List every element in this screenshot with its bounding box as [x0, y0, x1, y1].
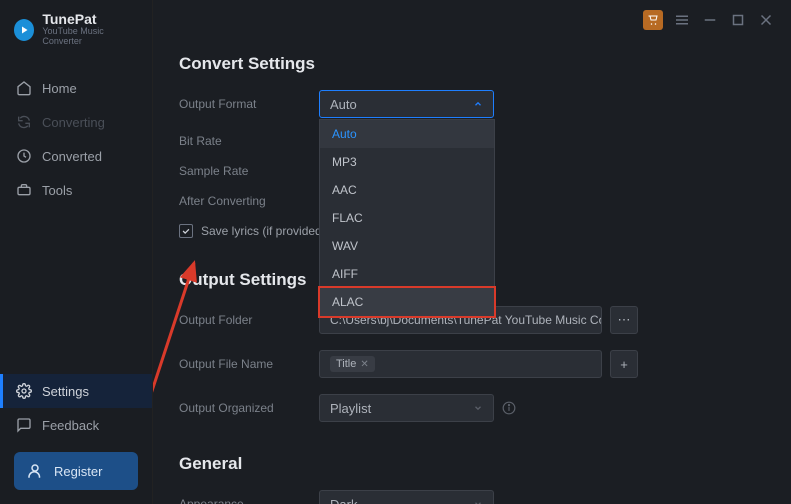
appearance-select[interactable]: Dark: [319, 490, 494, 504]
minimize-icon[interactable]: [701, 11, 719, 29]
sidebar-item-settings[interactable]: Settings: [0, 374, 152, 408]
appearance-value: Dark: [330, 497, 357, 504]
general-heading: General: [179, 454, 765, 474]
dropdown-option-auto[interactable]: Auto: [320, 120, 494, 148]
check-icon: [181, 226, 191, 236]
sidebar-item-home[interactable]: Home: [0, 71, 152, 105]
logo-icon: [14, 19, 34, 41]
remove-chip-icon[interactable]: ✕: [360, 359, 368, 370]
output-format-value: Auto: [330, 97, 357, 112]
user-icon: [26, 462, 44, 480]
dropdown-option-aac[interactable]: AAC: [320, 176, 494, 204]
bit-rate-label: Bit Rate: [179, 134, 319, 148]
app-title: TunePat: [42, 12, 138, 27]
output-organized-value: Playlist: [330, 401, 371, 416]
sidebar-item-converting[interactable]: Converting: [0, 105, 152, 139]
refresh-icon: [16, 114, 32, 130]
app-subtitle: YouTube Music Converter: [42, 27, 138, 47]
dropdown-option-mp3[interactable]: MP3: [320, 148, 494, 176]
maximize-icon[interactable]: [729, 11, 747, 29]
nav-main: Home Converting Converted Tools: [0, 71, 152, 207]
save-lyrics-label: Save lyrics (if provided): [201, 224, 326, 238]
clock-icon: [16, 148, 32, 164]
chat-icon: [16, 417, 32, 433]
after-converting-label: After Converting: [179, 194, 319, 208]
dropdown-option-alac[interactable]: ALAC: [318, 286, 496, 318]
register-button[interactable]: Register: [14, 452, 138, 490]
sidebar-item-label: Converting: [42, 115, 105, 130]
chevron-down-icon: [473, 401, 483, 416]
appearance-label: Appearance: [179, 497, 319, 504]
output-format-dropdown: Auto MP3 AAC FLAC WAV AIFF ALAC: [319, 119, 495, 317]
close-icon[interactable]: [757, 11, 775, 29]
output-filename-label: Output File Name: [179, 357, 319, 371]
sidebar-item-label: Converted: [42, 149, 102, 164]
nav-bottom: Settings Feedback Register: [0, 374, 152, 504]
output-organized-label: Output Organized: [179, 401, 319, 415]
add-filename-token-button[interactable]: +: [610, 350, 638, 378]
output-format-label: Output Format: [179, 97, 319, 111]
output-folder-label: Output Folder: [179, 313, 319, 327]
convert-settings-heading: Convert Settings: [179, 54, 765, 74]
chevron-up-icon: [473, 97, 483, 112]
dropdown-option-wav[interactable]: WAV: [320, 232, 494, 260]
filename-chip-label: Title: [336, 358, 356, 370]
sidebar-item-feedback[interactable]: Feedback: [0, 408, 152, 442]
app-logo: TunePat YouTube Music Converter: [0, 0, 152, 61]
main-content: Convert Settings Output Format Auto Auto…: [153, 0, 791, 504]
browse-folder-button[interactable]: ⋯: [610, 306, 638, 334]
sidebar-item-label: Home: [42, 81, 77, 96]
sidebar-item-label: Tools: [42, 183, 72, 198]
info-icon[interactable]: [502, 401, 516, 415]
toolbox-icon: [16, 182, 32, 198]
cart-icon[interactable]: [643, 10, 663, 30]
sidebar-item-label: Settings: [42, 384, 89, 399]
menu-icon[interactable]: [673, 11, 691, 29]
register-label: Register: [54, 464, 102, 479]
titlebar: [627, 0, 791, 40]
output-organized-select[interactable]: Playlist: [319, 394, 494, 422]
sidebar: TunePat YouTube Music Converter Home Con…: [0, 0, 153, 504]
dropdown-option-flac[interactable]: FLAC: [320, 204, 494, 232]
sample-rate-label: Sample Rate: [179, 164, 319, 178]
sidebar-item-tools[interactable]: Tools: [0, 173, 152, 207]
dropdown-option-aiff[interactable]: AIFF: [320, 260, 494, 288]
save-lyrics-checkbox[interactable]: [179, 224, 193, 238]
gear-icon: [16, 383, 32, 399]
output-filename-field[interactable]: Title ✕: [319, 350, 602, 378]
home-icon: [16, 80, 32, 96]
output-format-select[interactable]: Auto Auto MP3 AAC FLAC WAV AIFF ALAC: [319, 90, 494, 118]
filename-chip[interactable]: Title ✕: [330, 356, 375, 372]
sidebar-item-label: Feedback: [42, 418, 99, 433]
sidebar-item-converted[interactable]: Converted: [0, 139, 152, 173]
chevron-down-icon: [473, 497, 483, 504]
